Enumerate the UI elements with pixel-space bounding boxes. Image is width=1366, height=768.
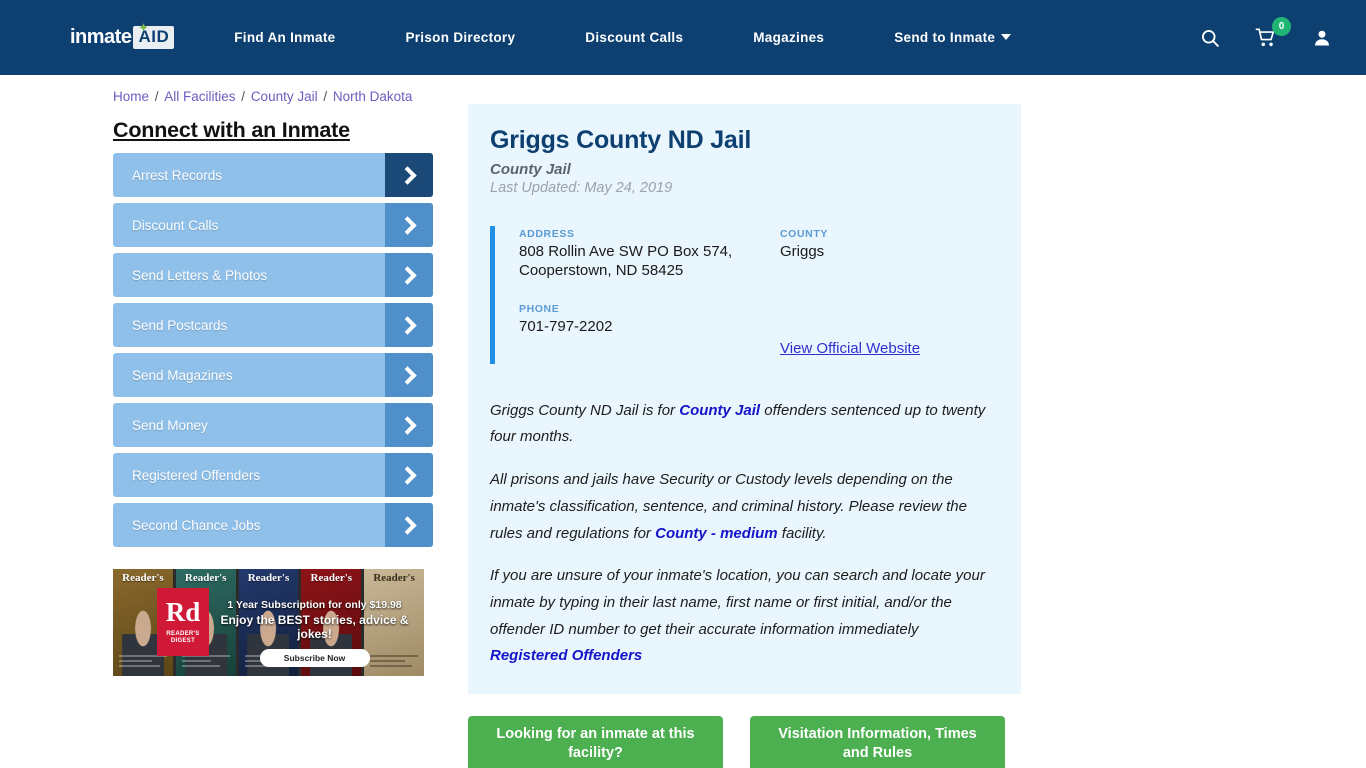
sidebar-item-discount-calls[interactable]: Discount Calls — [113, 203, 433, 247]
sidebar-item-label: Send Magazines — [132, 367, 233, 383]
nav-label: Magazines — [753, 30, 825, 45]
rd-logo-mark: Rd — [165, 596, 201, 627]
breadcrumb-separator: / — [319, 89, 331, 104]
header-icon-group: 0 — [1198, 16, 1344, 50]
nav-find-an-inmate[interactable]: Find An Inmate — [234, 20, 335, 55]
ad-cover-title: Reader's — [122, 572, 164, 584]
chevron-right-icon — [385, 453, 433, 497]
sidebar-item-registered-offenders[interactable]: Registered Offenders — [113, 453, 433, 497]
nav-prison-directory[interactable]: Prison Directory — [405, 20, 515, 55]
ad-subscribe-button[interactable]: Subscribe Now — [259, 649, 370, 667]
facility-type: County Jail — [490, 161, 571, 178]
facility-info-left-column: ADDRESS 808 Rollin Ave SW PO Box 574, Co… — [519, 228, 758, 358]
chevron-right-icon — [385, 253, 433, 297]
page-body: Connect with an Inmate Arrest Records Di… — [0, 104, 1366, 768]
cta-button-row: Looking for an inmate at this facility? … — [468, 715, 1021, 768]
visitation-information-button[interactable]: Visitation Information, Times and Rules — [750, 715, 1005, 768]
sidebar-item-send-money[interactable]: Send Money — [113, 403, 433, 447]
sidebar-item-label: Send Letters & Photos — [132, 267, 268, 283]
address-value: 808 Rollin Ave SW PO Box 574, Cooperstow… — [519, 243, 733, 279]
sidebar-item-label: Send Money — [132, 417, 208, 433]
chevron-right-icon — [385, 303, 433, 347]
sidebar-item-send-letters-photos[interactable]: Send Letters & Photos — [113, 253, 433, 297]
registered-offenders-link[interactable]: Registered Offenders — [490, 647, 642, 664]
facility-description: Griggs County ND Jail is for County Jail… — [490, 398, 997, 670]
sidebar-item-label: Discount Calls — [132, 217, 219, 233]
readers-digest-logo: Rd READER'S DIGEST — [157, 588, 209, 656]
description-paragraph-3: If you are unsure of your inmate's locat… — [490, 563, 997, 670]
chevron-right-icon — [385, 353, 433, 397]
page-title: Griggs County ND Jail — [490, 126, 752, 154]
breadcrumb-item-home[interactable]: Home — [113, 89, 149, 104]
county-jail-link[interactable]: County Jail — [679, 402, 760, 419]
breadcrumb-item-county-jail[interactable]: County Jail — [251, 89, 318, 104]
county-label: COUNTY — [780, 228, 828, 240]
description-paragraph-1: Griggs County ND Jail is for County Jail… — [490, 398, 997, 451]
looking-for-inmate-button[interactable]: Looking for an inmate at this facility? — [468, 715, 723, 768]
description-paragraph-2: All prisons and jails have Security or C… — [490, 467, 997, 547]
sidebar-title: Connect with an Inmate — [113, 118, 350, 142]
chevron-right-icon — [385, 503, 433, 547]
rd-logo-subtext: READER'S DIGEST — [166, 630, 200, 645]
nav-magazines[interactable]: Magazines — [753, 20, 824, 55]
sidebar-item-send-postcards[interactable]: Send Postcards — [113, 303, 433, 347]
chevron-right-icon — [385, 203, 433, 247]
ad-cover-title: Reader's — [310, 572, 353, 584]
user-account-icon[interactable] — [1310, 26, 1334, 50]
sidebar: Connect with an Inmate Arrest Records Di… — [113, 104, 433, 676]
address-label: ADDRESS — [519, 228, 575, 240]
paragraph-text: facility. — [777, 524, 827, 542]
county-value: Griggs — [780, 243, 825, 260]
ad-cover-title: Reader's — [184, 572, 227, 584]
site-header: inmate ✦ AID Find An Inmate Prison Direc… — [0, 0, 1366, 75]
ad-headline-1: 1 Year Subscription for only $19.98 — [227, 599, 402, 611]
sidebar-item-label: Second Chance Jobs — [132, 517, 261, 533]
sidebar-item-send-magazines[interactable]: Send Magazines — [113, 353, 433, 397]
facility-info-right-column: COUNTY Griggs View Official Website — [758, 228, 997, 358]
logo-wordmark: inmate — [70, 26, 132, 48]
cart-icon[interactable]: 0 — [1254, 16, 1291, 50]
site-logo[interactable]: inmate ✦ AID — [70, 19, 175, 52]
ad-copy: 1 Year Subscription for only $19.98 Enjo… — [213, 599, 416, 667]
chevron-right-icon — [385, 153, 433, 197]
paragraph-text: If you are unsure of your inmate's locat… — [490, 567, 985, 638]
ad-cover-title: Reader's — [247, 572, 290, 584]
nav-label: Discount Calls — [585, 30, 684, 45]
phone-value: 701-797-2202 — [519, 317, 613, 335]
breadcrumb: Home / All Facilities / County Jail / No… — [0, 75, 1366, 104]
breadcrumb-separator: / — [151, 89, 163, 104]
nav-label: Prison Directory — [405, 30, 516, 45]
ad-cover-title: Reader's — [373, 572, 415, 584]
facility-panel: Griggs County ND Jail County Jail Last U… — [468, 104, 1021, 694]
breadcrumb-item-north-dakota[interactable]: North Dakota — [333, 89, 413, 104]
county-medium-link[interactable]: County - medium — [655, 525, 778, 542]
main-navigation: Find An Inmate Prison Directory Discount… — [234, 20, 1198, 55]
cart-count-badge: 0 — [1272, 16, 1291, 36]
nav-label: Find An Inmate — [234, 30, 336, 45]
nav-discount-calls[interactable]: Discount Calls — [585, 20, 683, 55]
chevron-right-icon — [385, 403, 433, 447]
search-icon[interactable] — [1198, 26, 1222, 50]
nav-send-to-inmate[interactable]: Send to Inmate — [894, 20, 1012, 55]
sidebar-item-label: Registered Offenders — [132, 467, 261, 483]
facility-last-updated: Last Updated: May 24, 2019 — [490, 180, 673, 196]
ad-headline-2: Enjoy the BEST stories, advice & jokes! — [220, 613, 409, 641]
sidebar-item-second-chance-jobs[interactable]: Second Chance Jobs — [113, 503, 433, 547]
sidebar-item-label: Send Postcards — [132, 317, 228, 333]
breadcrumb-separator: / — [237, 89, 249, 104]
sidebar-item-label: Arrest Records — [132, 167, 223, 183]
sidebar-item-arrest-records[interactable]: Arrest Records — [113, 153, 433, 197]
breadcrumb-item-all-facilities[interactable]: All Facilities — [164, 89, 235, 104]
phone-label: PHONE — [519, 302, 560, 315]
main-content: Griggs County ND Jail County Jail Last U… — [468, 104, 1021, 768]
paragraph-text: Griggs County ND Jail is for — [490, 401, 680, 419]
facility-info-block: ADDRESS 808 Rollin Ave SW PO Box 574, Co… — [490, 226, 997, 364]
readers-digest-ad-banner[interactable]: Reader's Reader's Reader's Reader's Read… — [113, 569, 424, 676]
chevron-down-icon — [1001, 34, 1012, 40]
view-official-website-link[interactable]: View Official Website — [780, 340, 920, 357]
logo-star-icon: ✦ — [138, 19, 149, 35]
nav-label: Send to Inmate — [894, 30, 996, 45]
